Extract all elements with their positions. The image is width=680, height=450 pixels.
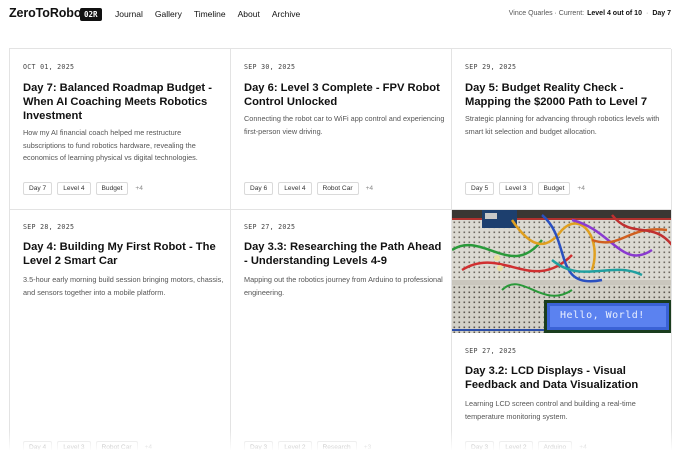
card-tags: Day 5 Level 3 Budget +4 xyxy=(465,182,585,195)
tag[interactable]: Budget xyxy=(537,182,571,195)
tag[interactable]: Day 6 xyxy=(244,182,274,195)
journal-card[interactable]: SEP 27, 2025 Day 3.3: Researching the Pa… xyxy=(231,210,452,450)
card-title[interactable]: Day 5: Budget Reality Check - Mapping th… xyxy=(465,81,665,109)
card-description: 3.5-hour early morning build session bri… xyxy=(23,275,224,297)
card-title[interactable]: Day 7: Balanced Roadmap Budget - When AI… xyxy=(23,81,223,123)
journal-card[interactable]: SEP 30, 2025 Day 6: Level 3 Complete - F… xyxy=(231,49,452,210)
user-status: Vince Quarles · Current: xyxy=(508,10,585,17)
tag[interactable]: Level 3 xyxy=(57,441,91,450)
tag[interactable]: Day 3 xyxy=(465,441,495,450)
site-logo[interactable]: ZeroToRobot xyxy=(9,6,86,20)
site-header: ZeroToRobot 02R Journal Gallery Timeline… xyxy=(0,0,680,30)
card-date: SEP 27, 2025 xyxy=(244,223,296,231)
tag[interactable]: Arduino xyxy=(537,441,573,450)
current-day: Day 7 xyxy=(652,10,671,17)
journal-card[interactable]: SEP 28, 2025 Day 4: Building My First Ro… xyxy=(10,210,231,450)
tag[interactable]: Research xyxy=(316,441,357,450)
journal-card[interactable]: SEP 29, 2025 Day 5: Budget Reality Check… xyxy=(452,49,672,210)
card-title[interactable]: Day 4: Building My First Robot - The Lev… xyxy=(23,240,223,268)
tag[interactable]: Level 2 xyxy=(499,441,533,450)
nav-timeline[interactable]: Timeline xyxy=(194,9,226,19)
tag[interactable]: Day 5 xyxy=(465,182,495,195)
tag[interactable]: Day 7 xyxy=(23,182,53,195)
more-tags-count: +4 xyxy=(365,185,374,192)
tag[interactable]: Robot Car xyxy=(316,182,359,195)
card-tags: Day 3 Level 2 Research +3 xyxy=(244,441,371,450)
tag[interactable]: Level 2 xyxy=(278,441,312,450)
tag[interactable]: Level 4 xyxy=(278,182,312,195)
nav-about[interactable]: About xyxy=(238,9,260,19)
more-tags-count: +4 xyxy=(577,185,585,192)
card-title[interactable]: Day 3.3: Researching the Path Ahead - Un… xyxy=(244,240,444,268)
card-date: SEP 29, 2025 xyxy=(465,63,517,71)
nav-journal[interactable]: Journal xyxy=(115,9,143,19)
card-title[interactable]: Day 6: Level 3 Complete - FPV Robot Cont… xyxy=(244,81,444,109)
card-date: SEP 30, 2025 xyxy=(244,63,296,71)
journal-card[interactable]: OCT 01, 2025 Day 7: Balanced Roadmap Bud… xyxy=(10,49,231,210)
card-description: How my AI financial coach helped me rest… xyxy=(23,128,198,162)
card-description: Mapping out the robotics journey from Ar… xyxy=(244,275,443,297)
more-tags-count: +4 xyxy=(579,444,587,450)
nav-gallery[interactable]: Gallery xyxy=(155,9,182,19)
more-tags-count: +4 xyxy=(144,444,153,450)
tag[interactable]: Day 4 xyxy=(23,441,53,450)
card-tags: Day 6 Level 4 Robot Car +4 xyxy=(244,182,373,195)
journal-card[interactable]: Hello, World! SEP 27, 2025 Day 3.2: LCD … xyxy=(452,210,672,450)
tag[interactable]: Level 4 xyxy=(57,182,91,195)
card-description: Learning LCD screen control and building… xyxy=(465,399,636,421)
card-photo-lcd-breadboard[interactable]: Hello, World! xyxy=(452,210,671,333)
status-separator: · xyxy=(645,10,649,17)
logo-badge: 02R xyxy=(80,8,102,21)
card-date: SEP 28, 2025 xyxy=(23,223,75,231)
tag[interactable]: Level 3 xyxy=(499,182,533,195)
journal-grid: OCT 01, 2025 Day 7: Balanced Roadmap Bud… xyxy=(9,48,672,450)
card-tags: Day 4 Level 3 Robot Car +4 xyxy=(23,441,152,450)
card-tags: Day 7 Level 4 Budget +4 xyxy=(23,182,143,195)
tag[interactable]: Day 3 xyxy=(244,441,274,450)
card-date: OCT 01, 2025 xyxy=(23,63,75,71)
card-description: Connecting the robot car to WiFi app con… xyxy=(244,114,445,136)
card-description: Strategic planning for advancing through… xyxy=(465,114,660,136)
current-level: Level 4 out of 10 xyxy=(587,10,642,17)
card-tags: Day 3 Level 2 Arduino +4 xyxy=(465,441,587,450)
tag[interactable]: Robot Car xyxy=(95,441,138,450)
nav-archive[interactable]: Archive xyxy=(272,9,300,19)
tag[interactable]: Budget xyxy=(95,182,129,195)
more-tags-count: +3 xyxy=(363,444,372,450)
more-tags-count: +4 xyxy=(135,185,143,192)
card-title[interactable]: Day 3.2: LCD Displays - Visual Feedback … xyxy=(465,364,665,392)
progress-status: Vince Quarles · Current: Level 4 out of … xyxy=(509,10,671,17)
main-nav: Journal Gallery Timeline About Archive xyxy=(115,9,300,19)
lcd-screen-text: Hello, World! xyxy=(560,310,645,321)
card-date: SEP 27, 2025 xyxy=(465,347,517,355)
